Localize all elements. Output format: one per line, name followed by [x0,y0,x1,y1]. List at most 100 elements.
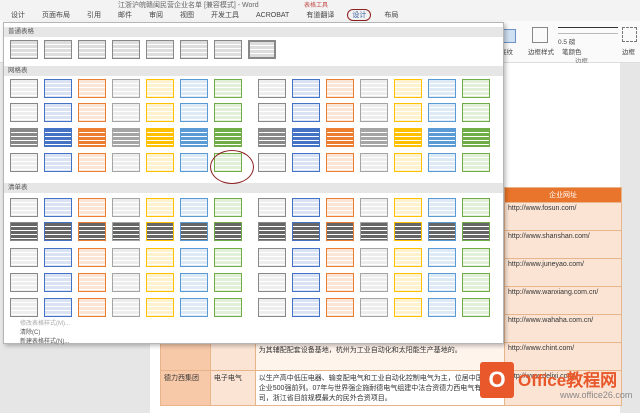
table-style-tile[interactable] [258,298,286,317]
table-style-tile[interactable] [180,198,208,217]
table-style-tile[interactable] [214,128,242,147]
table-style-tile[interactable] [360,222,388,241]
table-style-tile[interactable] [180,153,208,172]
table-style-tile[interactable] [258,128,286,147]
tab-design-page[interactable]: 设计 [11,10,25,20]
table-style-tile[interactable] [394,79,422,98]
table-style-tile[interactable] [292,128,320,147]
table-style-tile[interactable] [78,298,106,317]
table-style-tile[interactable] [394,298,422,317]
table-style-tile[interactable] [112,248,140,267]
table-style-tile[interactable] [112,79,140,98]
table-style-tile[interactable] [248,40,276,59]
table-style-tile[interactable] [292,298,320,317]
table-style-tile[interactable] [394,153,422,172]
modify-style-menu-item[interactable]: 修改表格样式(M)... [20,318,70,327]
table-style-tile[interactable] [44,153,72,172]
table-style-tile[interactable] [258,222,286,241]
table-style-tile[interactable] [78,248,106,267]
table-style-tile[interactable] [326,198,354,217]
line-style-dropdown[interactable] [558,27,618,34]
table-style-tile[interactable] [462,298,490,317]
line-weight-dropdown[interactable]: 0.5 磅 [558,36,575,46]
tab-table-design[interactable]: 设计 [347,9,372,21]
table-style-tile[interactable] [44,298,72,317]
table-style-tile[interactable] [78,198,106,217]
clear-menu-item[interactable]: 清除(C) [20,327,40,336]
table-style-tile[interactable] [360,153,388,172]
table-style-tile[interactable] [112,222,140,241]
table-style-tile[interactable] [78,40,106,59]
table-style-tile[interactable] [44,273,72,292]
table-style-tile[interactable] [44,222,72,241]
table-style-tile[interactable] [44,128,72,147]
table-style-tile[interactable] [428,248,456,267]
shading-icon[interactable] [502,29,516,43]
table-style-tile[interactable] [44,79,72,98]
table-style-tile[interactable] [78,79,106,98]
table-style-tile[interactable] [394,248,422,267]
table-style-tile[interactable] [180,222,208,241]
table-style-tile[interactable] [214,222,242,241]
tab-mailings[interactable]: 邮件 [118,10,132,20]
table-style-tile[interactable] [180,248,208,267]
table-style-tile[interactable] [428,273,456,292]
table-style-tile[interactable] [462,273,490,292]
tab-layout-page[interactable]: 页面布局 [42,10,70,20]
table-style-tile[interactable] [394,198,422,217]
table-style-tile[interactable] [326,79,354,98]
table-style-tile[interactable] [394,222,422,241]
table-style-tile[interactable] [146,40,174,59]
table-style-tile[interactable] [428,153,456,172]
table-style-tile[interactable] [214,198,242,217]
table-style-tile[interactable] [394,103,422,122]
table-style-tile[interactable] [112,273,140,292]
table-style-tile[interactable] [10,222,38,241]
table-style-tile[interactable] [462,79,490,98]
table-style-tile[interactable] [146,153,174,172]
table-style-tile[interactable] [360,103,388,122]
table-style-tile[interactable] [428,298,456,317]
table-style-tile[interactable] [146,198,174,217]
table-style-tile[interactable] [428,198,456,217]
tab-review[interactable]: 审阅 [149,10,163,20]
table-style-tile[interactable] [146,222,174,241]
table-style-tile[interactable] [258,103,286,122]
table-style-tile[interactable] [10,153,38,172]
table-style-tile[interactable] [292,248,320,267]
table-style-tile[interactable] [78,273,106,292]
table-style-tile[interactable] [146,79,174,98]
table-style-tile[interactable] [214,273,242,292]
table-style-tile[interactable] [258,79,286,98]
table-style-tile[interactable] [180,298,208,317]
table-style-tile[interactable] [428,128,456,147]
table-style-tile[interactable] [326,298,354,317]
table-style-tile[interactable] [44,198,72,217]
borders-icon[interactable] [622,27,637,42]
new-style-menu-item[interactable]: 新建表格样式(N)... [20,336,69,345]
table-style-tile[interactable] [146,298,174,317]
table-style-tile[interactable] [428,79,456,98]
table-style-tile[interactable] [146,248,174,267]
table-style-tile[interactable] [462,248,490,267]
table-style-tile[interactable] [462,153,490,172]
table-style-tile[interactable] [292,103,320,122]
table-style-tile[interactable] [112,40,140,59]
table-style-tile[interactable] [360,198,388,217]
table-style-tile[interactable] [10,298,38,317]
table-style-tile[interactable] [10,40,38,59]
table-style-tile[interactable] [360,128,388,147]
table-style-tile[interactable] [10,128,38,147]
table-style-tile[interactable] [10,273,38,292]
table-style-tile[interactable] [10,248,38,267]
table-style-tile[interactable] [44,248,72,267]
table-style-tile[interactable] [180,128,208,147]
table-style-tile[interactable] [44,40,72,59]
table-style-tile[interactable] [292,222,320,241]
table-style-tile[interactable] [78,153,106,172]
table-style-tile[interactable] [360,273,388,292]
table-style-tile[interactable] [180,79,208,98]
table-style-tile[interactable] [326,153,354,172]
borders-button[interactable]: 边框 [622,46,635,56]
table-style-tile[interactable] [258,198,286,217]
